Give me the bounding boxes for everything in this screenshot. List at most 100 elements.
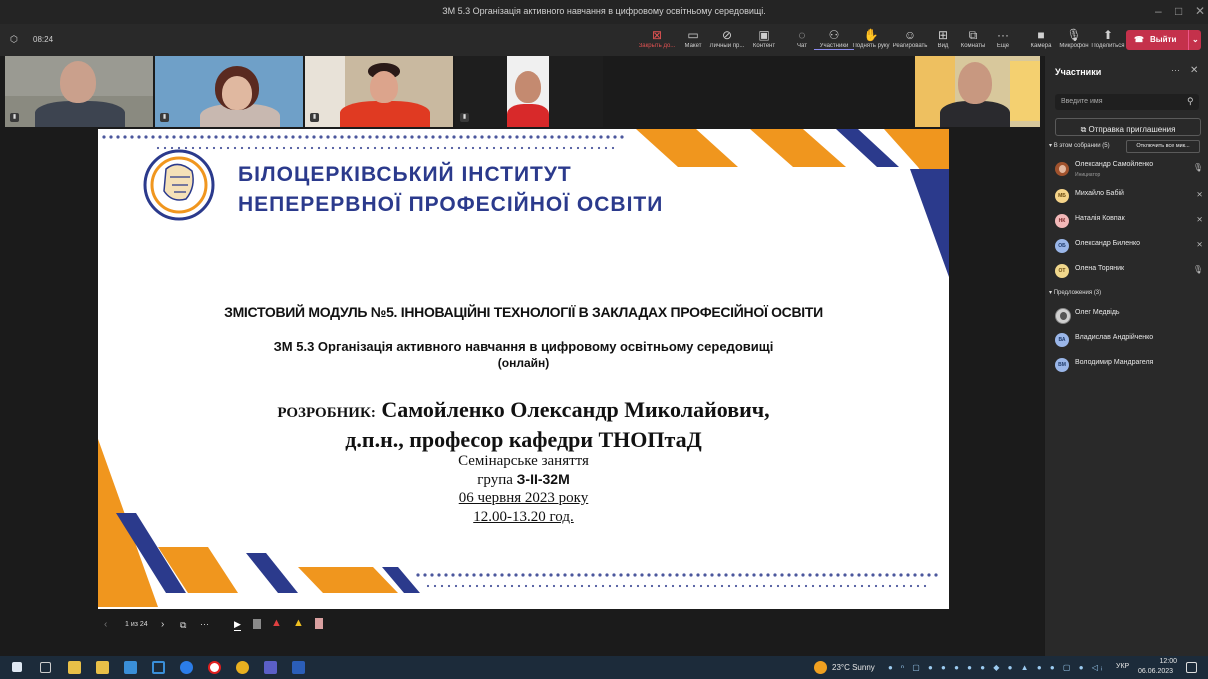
suggested-row[interactable]: Олег Медвідь: [1055, 305, 1205, 325]
content-icon: ▣: [758, 28, 770, 42]
in-meeting-header[interactable]: ▾ В этом собрании (5): [1049, 142, 1110, 149]
topic-title: ЗМ 5.3 Організація активного навчання в …: [273, 339, 774, 354]
next-slide-icon[interactable]: ›: [161, 619, 164, 630]
chevron-down-icon[interactable]: ⌄: [1188, 30, 1199, 50]
mic-muted-icon: ⨯: [1196, 190, 1203, 199]
record-icon[interactable]: [208, 661, 221, 674]
clock-time[interactable]: 12:00: [1145, 658, 1177, 665]
clock-date[interactable]: 06.06.2023: [1138, 668, 1173, 675]
leave-button[interactable]: ☎ Выйти ⌄: [1126, 30, 1201, 50]
close-window-icon[interactable]: ✕: [1195, 4, 1205, 18]
windows-taskbar: 23°C Sunny ● ⁿ ▢ ● ● ● ● ● ◆ ● ▲ ● ● ▢ ●…: [0, 656, 1208, 679]
more-button[interactable]: ··· Еще: [983, 27, 1023, 49]
muted-mic-icon: ▮: [160, 113, 169, 122]
weather-icon[interactable]: [814, 661, 827, 674]
folder-icon[interactable]: [96, 661, 109, 674]
orange-stripe: [636, 129, 738, 167]
slides-grid-icon[interactable]: ⧉: [180, 620, 186, 631]
video-tile[interactable]: ▮: [455, 56, 603, 127]
mic-muted-icon: ⨯: [1196, 240, 1203, 249]
shield-icon: ⬡: [10, 34, 18, 44]
panel-title: Участники: [1055, 67, 1102, 77]
mute-all-button[interactable]: Отключить все мик...: [1126, 140, 1200, 153]
close-panel-icon[interactable]: ✕: [1190, 65, 1198, 76]
blue-stripe: [246, 553, 298, 593]
participant-search-field[interactable]: Введите имя ⚲: [1055, 94, 1199, 110]
muted-mic-icon: ▮: [310, 113, 319, 122]
video-tile[interactable]: ▮: [305, 56, 453, 127]
avatar: ОТ: [1055, 264, 1069, 278]
institute-logo: [143, 149, 215, 221]
more-options-icon[interactable]: ···: [200, 619, 209, 629]
developer-label: РОЗРОБНИК:: [277, 405, 376, 421]
close-share-button[interactable]: ⊠ Закрыть до...: [637, 27, 677, 49]
file-explorer-icon[interactable]: [68, 661, 81, 674]
participant-row[interactable]: ОБ Олександр Биленко ⨯: [1055, 236, 1205, 256]
institute-name-line1: БІЛОЦЕРКІВСЬКИЙ ІНСТИТУТ: [238, 163, 572, 186]
avatar: [1055, 162, 1069, 176]
mic-icon: 🎙: [1192, 163, 1203, 172]
more-icon: ···: [997, 28, 1009, 42]
pointer-tool-icon[interactable]: ▶: [234, 619, 241, 631]
dotted-band-bottom: [416, 573, 938, 588]
maximize-icon[interactable]: □: [1175, 4, 1182, 18]
snipping-icon[interactable]: [152, 661, 165, 674]
content-button[interactable]: ▣ Контент: [744, 27, 784, 49]
participants-icon: ⚇: [828, 28, 840, 42]
highlighter-tool-icon[interactable]: ▲: [293, 617, 304, 629]
laser-tool-icon[interactable]: [253, 619, 261, 629]
send-invite-button[interactable]: ⧉ Отправка приглашения: [1055, 118, 1201, 136]
presentation-slide: БІЛОЦЕРКІВСЬКИЙ ІНСТИТУТ НЕПЕРЕРВНОЇ ПРО…: [98, 129, 949, 609]
teams-icon[interactable]: [264, 661, 277, 674]
task-view-icon[interactable]: [40, 662, 51, 673]
meeting-toolbar: ⬡ 08:24 ⊠ Закрыть до... ▭ Макет ⊘ Личный пр…: [0, 24, 1208, 57]
video-tile[interactable]: [915, 56, 1040, 127]
edge-icon[interactable]: [180, 661, 193, 674]
slide-controls: ‹ 1 из 24 › ⧉ ··· ▶ ▲ ▲: [98, 615, 498, 637]
notifications-icon[interactable]: [1186, 662, 1197, 673]
share-button[interactable]: ⬆ Поделиться: [1088, 27, 1128, 49]
mail-icon[interactable]: [124, 661, 137, 674]
mode-label: (онлайн): [497, 356, 550, 370]
session-type: Семінарське заняття: [458, 453, 589, 469]
slide-page-counter: 1 из 24: [125, 621, 148, 628]
suggested-header[interactable]: ▾ Предложения (3): [1049, 289, 1101, 296]
orange-stripe: [750, 129, 846, 167]
share-icon: ⬆: [1102, 28, 1114, 42]
search-icon: ⚲: [1187, 96, 1194, 106]
muted-mic-icon: ▮: [10, 113, 19, 122]
participants-button[interactable]: ⚇ Участники: [814, 27, 854, 50]
tray-icons[interactable]: ● ⁿ ▢ ● ● ● ● ● ◆ ● ▲ ● ● ▢ ● ◁ᵢ: [888, 663, 1105, 672]
avatar: [1055, 308, 1071, 324]
minimize-icon[interactable]: –: [1155, 4, 1162, 18]
pen-tool-icon[interactable]: ▲: [271, 617, 282, 629]
group-code: З-ІІ-32М: [516, 471, 570, 487]
word-icon[interactable]: [292, 661, 305, 674]
institute-name-line2: НЕПЕРЕРВНОЇ ПРОФЕСІЙНОЇ ОСВІТИ: [238, 193, 664, 216]
participant-row[interactable]: МБ Михайло Бабій ⨯: [1055, 186, 1205, 206]
blue-stripe: [910, 169, 949, 277]
avatar: ВМ: [1055, 358, 1069, 372]
previous-slide-icon[interactable]: ‹: [104, 619, 107, 630]
chrome-icon[interactable]: [236, 661, 249, 674]
raise-hand-icon: ✋: [863, 28, 879, 42]
session-date: 06 червня 2023 року: [458, 490, 589, 506]
meeting-timer: 08:24: [33, 35, 54, 44]
keyboard-language[interactable]: УКР: [1116, 663, 1129, 670]
window-title: ЗМ 5.3 Організація активного навчання в …: [442, 6, 766, 16]
start-icon[interactable]: [12, 662, 22, 672]
eraser-tool-icon[interactable]: [315, 618, 323, 629]
avatar: ВА: [1055, 333, 1069, 347]
video-tile[interactable]: ▮: [155, 56, 303, 127]
participant-row[interactable]: НК Наталія Ковпак ⨯: [1055, 211, 1205, 231]
suggested-row[interactable]: ВА Владислав Андрійченко: [1055, 330, 1205, 350]
participant-row[interactable]: Олександр Самойленко Инициатор 🎙: [1055, 159, 1205, 179]
private-view-button[interactable]: ⊘ Личный пр...: [707, 27, 747, 49]
session-time: 12.00-13.20 год.: [473, 509, 574, 525]
participant-row[interactable]: ОТ Олена Торяник 🎙: [1055, 261, 1205, 281]
suggested-row[interactable]: ВМ Володимир Мандрагеля: [1055, 355, 1205, 375]
weather-text: 23°C Sunny: [832, 663, 875, 672]
video-tile[interactable]: ▮: [5, 56, 153, 127]
raise-hand-button[interactable]: ✋ Поднять руку: [851, 27, 891, 49]
panel-more-icon[interactable]: ···: [1171, 65, 1180, 75]
